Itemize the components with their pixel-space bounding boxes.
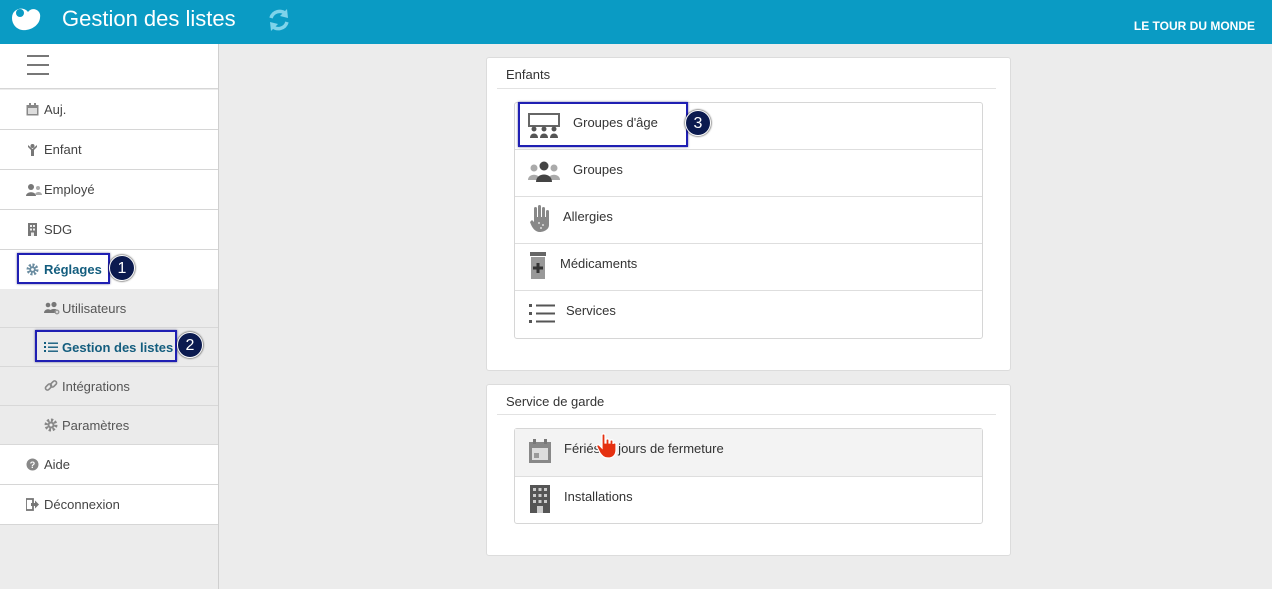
list-item-allergies[interactable]: Allergies — [515, 197, 982, 244]
annotation-badge-1: 1 — [109, 255, 135, 281]
hamburger-icon[interactable] — [27, 55, 49, 77]
list-item-label: Services — [566, 303, 616, 318]
sidebar-item-employee[interactable]: Employé — [0, 170, 218, 210]
panel-children: Enfants Groupes d'âge Groupes Allergies … — [486, 57, 1011, 371]
sidebar-subitem-label: Paramètres — [62, 418, 130, 433]
annotation-highlight-3 — [518, 102, 688, 147]
panel-title: Enfants — [506, 67, 551, 82]
help-icon: ? — [26, 458, 39, 471]
sidebar-item-label: Enfant — [44, 142, 82, 157]
list-item-groups[interactable]: Groupes — [515, 150, 982, 197]
list-icon — [529, 304, 555, 323]
sidebar-item-label: Employé — [44, 182, 95, 197]
gear-icon — [44, 418, 58, 432]
sidebar-item-logout[interactable]: Déconnexion — [0, 485, 218, 525]
list-item-holidays[interactable]: Fériés et jours de fermeture — [515, 429, 982, 477]
menu-toggle-button[interactable] — [0, 44, 218, 89]
list-item-label: Allergies — [563, 209, 613, 224]
list-item-facilities[interactable]: Installations — [515, 477, 982, 524]
annotation-highlight-2 — [35, 330, 177, 362]
list-item-medications[interactable]: Médicaments — [515, 244, 982, 291]
annotation-badge-2: 2 — [177, 332, 203, 358]
hand-cursor-icon — [596, 433, 617, 459]
app-logo-icon[interactable] — [8, 4, 44, 34]
list-item-services[interactable]: Services — [515, 291, 982, 338]
sidebar: Auj. Enfant Employé SDG Réglages 1 Utili… — [0, 44, 219, 589]
building-icon — [530, 485, 550, 513]
annotation-highlight-1 — [17, 253, 110, 284]
link-icon — [44, 380, 58, 391]
sidebar-item-label: Aide — [44, 457, 71, 472]
sidebar-item-label: SDG — [44, 222, 73, 237]
sidebar-subitem-users[interactable]: Utilisateurs — [0, 289, 218, 328]
daycare-list: Fériés et jours de fermeture Installatio… — [514, 428, 983, 524]
sidebar-item-child[interactable]: Enfant — [0, 130, 218, 170]
annotation-badge-3: 3 — [685, 110, 711, 136]
sidebar-item-sdg[interactable]: SDG — [0, 210, 218, 250]
organization-name[interactable]: LE TOUR DU MONDE — [1134, 19, 1255, 33]
list-item-label: Groupes — [573, 162, 623, 177]
top-bar: Gestion des listes LE TOUR DU MONDE — [0, 0, 1272, 44]
medication-icon — [530, 252, 546, 279]
panel-divider — [497, 414, 996, 415]
sidebar-item-label: Auj. — [44, 102, 67, 117]
list-item-label: Installations — [564, 489, 633, 504]
panel-divider — [497, 88, 996, 89]
page-title: Gestion des listes — [62, 6, 236, 31]
svg-text:?: ? — [30, 460, 36, 470]
list-item-label: Médicaments — [560, 256, 638, 271]
allergy-hand-icon — [530, 205, 549, 232]
list-item-label: Fériés et jours de fermeture — [564, 441, 724, 456]
logout-icon — [26, 498, 39, 511]
calendar-icon — [529, 439, 551, 463]
panel-daycare: Service de garde Fériés et jours de ferm… — [486, 384, 1011, 556]
sidebar-subitem-label: Utilisateurs — [62, 301, 127, 316]
sidebar-subitem-integrations[interactable]: Intégrations — [0, 367, 218, 406]
sidebar-subitem-parameters[interactable]: Paramètres — [0, 406, 218, 445]
sidebar-item-today[interactable]: Auj. — [0, 90, 218, 130]
sidebar-item-help[interactable]: ? Aide — [0, 445, 218, 485]
refresh-icon[interactable] — [266, 7, 292, 33]
sidebar-item-label: Déconnexion — [44, 497, 120, 512]
calendar-icon — [26, 103, 39, 116]
child-icon — [28, 144, 37, 156]
users-icon — [44, 301, 60, 315]
panel-title: Service de garde — [506, 394, 605, 409]
employee-icon — [26, 184, 42, 196]
building-icon — [28, 223, 37, 236]
groups-icon — [528, 161, 560, 182]
sidebar-subitem-label: Intégrations — [62, 379, 130, 394]
